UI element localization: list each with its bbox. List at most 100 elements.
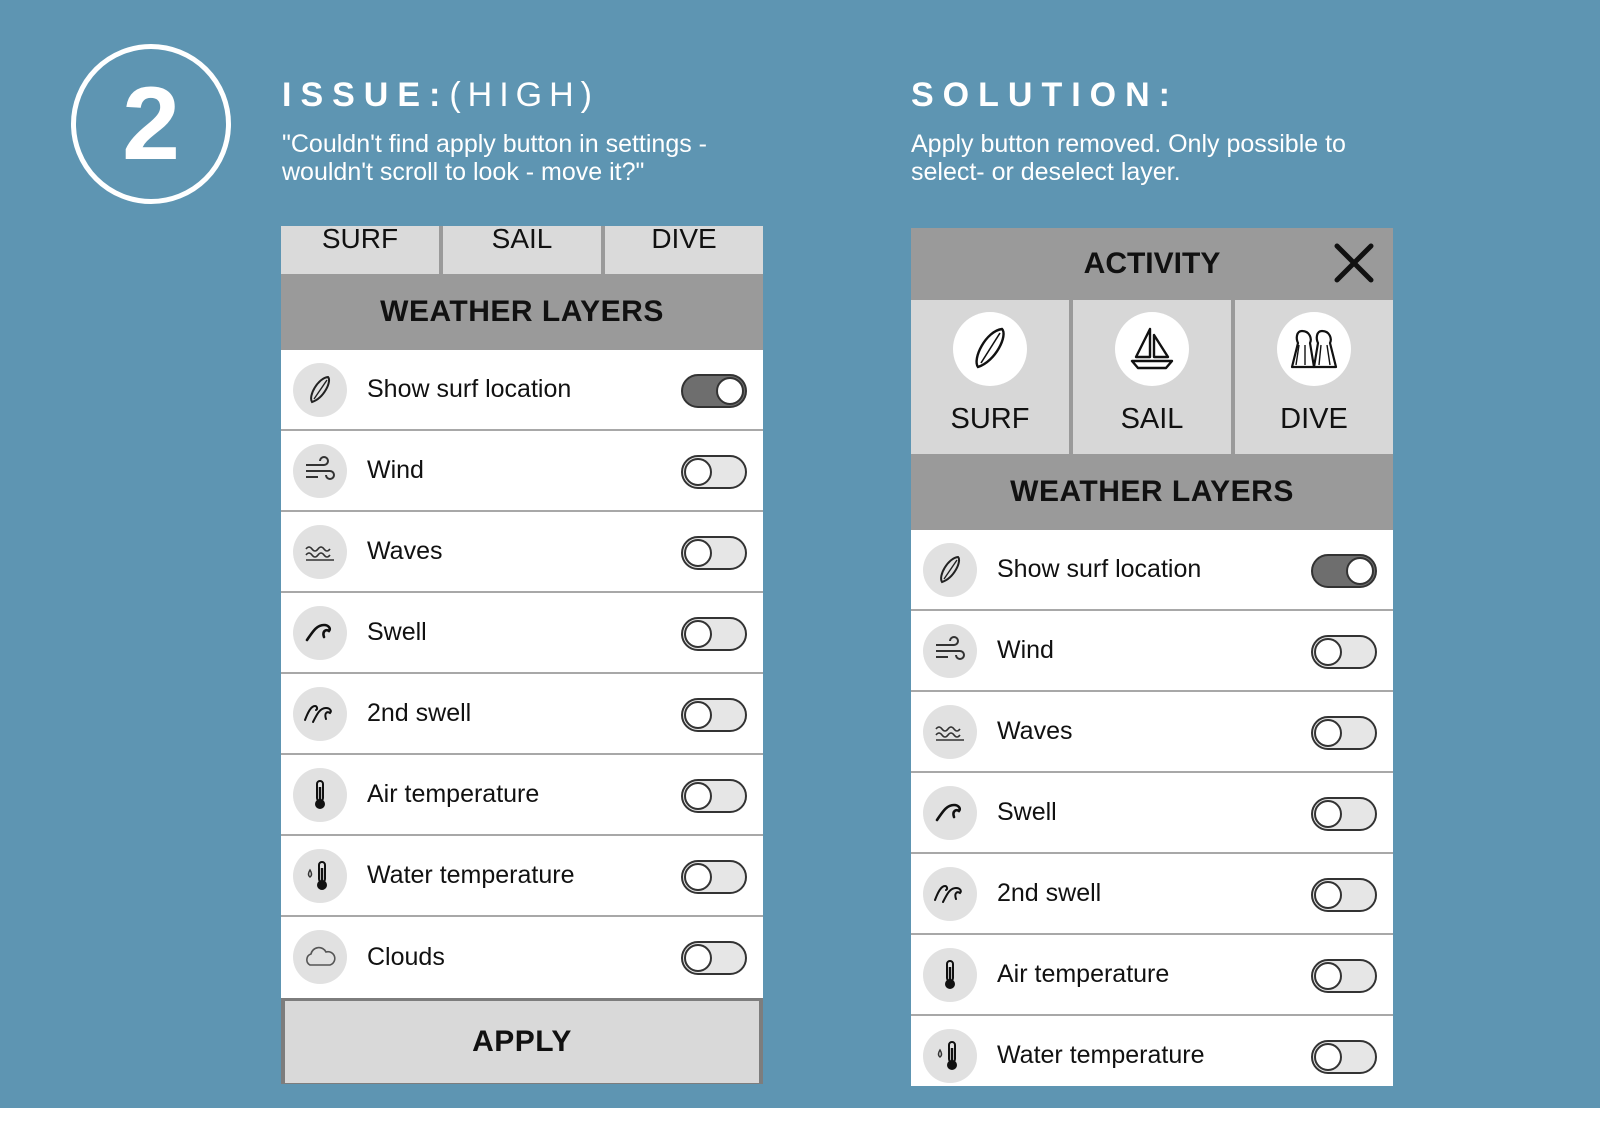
solution-heading: SOLUTION: bbox=[911, 76, 1179, 115]
surfboard-icon bbox=[953, 312, 1027, 386]
waves-icon bbox=[923, 705, 977, 759]
layer-toggle-wind[interactable] bbox=[681, 455, 747, 489]
layer-toggle-swell[interactable] bbox=[681, 617, 747, 651]
toggle-knob bbox=[684, 944, 712, 972]
layer-toggle-2nd-swell[interactable] bbox=[1311, 878, 1377, 912]
cloud-icon bbox=[293, 930, 347, 984]
layer-row-swell: Swell bbox=[281, 593, 763, 674]
tab-sail[interactable]: SAIL bbox=[443, 226, 601, 274]
weather-layers-title: WEATHER LAYERS bbox=[281, 274, 763, 350]
layer-label: 2nd swell bbox=[367, 699, 472, 727]
toggle-knob bbox=[684, 620, 712, 648]
toggle-knob bbox=[1314, 881, 1342, 909]
activity-header: ACTIVITY bbox=[911, 228, 1393, 300]
activity-label: SAIL bbox=[1120, 403, 1184, 435]
layer-toggle-water-temperature[interactable] bbox=[681, 860, 747, 894]
tab-dive[interactable]: DIVE bbox=[605, 226, 763, 274]
layer-row-2nd-swell: 2nd swell bbox=[911, 854, 1393, 935]
issue-quote-line1: "Couldn't find apply button in settings … bbox=[282, 130, 708, 158]
activity-title: ACTIVITY bbox=[1083, 247, 1221, 280]
sailboat-icon bbox=[1115, 312, 1189, 386]
layer-toggle-show-surf-location[interactable] bbox=[681, 374, 747, 408]
toggle-knob bbox=[684, 863, 712, 891]
layer-label: Water temperature bbox=[997, 1041, 1205, 1069]
layer-row-2nd-swell: 2nd swell bbox=[281, 674, 763, 755]
layer-row-water-temperature: Water temperature bbox=[911, 1016, 1393, 1086]
activity-tile-dive[interactable]: DIVE bbox=[1235, 300, 1393, 454]
layer-label: Waves bbox=[997, 717, 1073, 745]
surfboard-icon bbox=[923, 543, 977, 597]
layer-row-water-temperature: Water temperature bbox=[281, 836, 763, 917]
layer-toggle-air-temperature[interactable] bbox=[681, 779, 747, 813]
layer-label: Wind bbox=[367, 456, 424, 484]
water-thermometer-icon bbox=[293, 849, 347, 903]
activity-tile-surf[interactable]: SURF bbox=[911, 300, 1069, 454]
layer-row-clouds: Clouds bbox=[281, 917, 763, 998]
layer-label: 2nd swell bbox=[997, 879, 1102, 907]
step-number: 2 bbox=[122, 66, 180, 182]
issue-heading: ISSUE:(HIGH) bbox=[282, 76, 599, 115]
layer-row-wind: Wind bbox=[281, 431, 763, 512]
layer-row-swell: Swell bbox=[911, 773, 1393, 854]
layer-toggle-waves[interactable] bbox=[1311, 716, 1377, 750]
step-number-badge: 2 bbox=[71, 44, 231, 204]
layer-label: Waves bbox=[367, 537, 443, 565]
activity-tabs: SURF SAIL DIVE bbox=[281, 226, 763, 274]
toggle-knob bbox=[1314, 638, 1342, 666]
toggle-knob bbox=[716, 377, 744, 405]
solution-text-line2: select- or deselect layer. bbox=[911, 158, 1181, 186]
second-swell-icon bbox=[923, 867, 977, 921]
wind-icon bbox=[923, 624, 977, 678]
surfboard-icon bbox=[293, 363, 347, 417]
apply-button[interactable]: APPLY bbox=[285, 1001, 759, 1083]
thermometer-icon bbox=[293, 768, 347, 822]
layer-toggle-waves[interactable] bbox=[681, 536, 747, 570]
layer-row-air-temperature: Air temperature bbox=[281, 755, 763, 836]
second-swell-icon bbox=[293, 687, 347, 741]
layer-toggle-air-temperature[interactable] bbox=[1311, 959, 1377, 993]
issue-quote: "Couldn't find apply button in settings … bbox=[282, 130, 707, 186]
layer-label: Show surf location bbox=[997, 555, 1202, 583]
before-settings-screen: SURF SAIL DIVE WEATHER LAYERS Show surf … bbox=[281, 226, 763, 1084]
layer-toggle-2nd-swell[interactable] bbox=[681, 698, 747, 732]
after-settings-screen: ACTIVITY SURF SAIL DIVE WEATHER LAYERS Sho… bbox=[911, 228, 1393, 1086]
tab-surf[interactable]: SURF bbox=[281, 226, 439, 274]
layer-row-show-surf-location: Show surf location bbox=[281, 350, 763, 431]
layer-toggle-wind[interactable] bbox=[1311, 635, 1377, 669]
toggle-knob bbox=[1314, 719, 1342, 747]
layer-toggle-show-surf-location[interactable] bbox=[1311, 554, 1377, 588]
layer-label: Show surf location bbox=[367, 375, 572, 403]
layer-toggle-clouds[interactable] bbox=[681, 941, 747, 975]
toggle-knob bbox=[684, 458, 712, 486]
layer-row-waves: Waves bbox=[281, 512, 763, 593]
close-icon[interactable] bbox=[1331, 240, 1377, 286]
swell-icon bbox=[923, 786, 977, 840]
weather-layers-title: WEATHER LAYERS bbox=[911, 454, 1393, 530]
layer-label: Clouds bbox=[367, 943, 445, 971]
before-layer-list: Show surf location Wind Waves Swell 2nd swel… bbox=[281, 350, 763, 998]
activity-label: DIVE bbox=[1280, 403, 1348, 435]
solution-title: SOLUTION: bbox=[911, 76, 1179, 114]
waves-icon bbox=[293, 525, 347, 579]
toggle-knob bbox=[684, 701, 712, 729]
toggle-knob bbox=[1314, 1043, 1342, 1071]
toggle-knob bbox=[684, 782, 712, 810]
activity-tiles: SURF SAIL DIVE bbox=[911, 300, 1393, 454]
layer-toggle-water-temperature[interactable] bbox=[1311, 1040, 1377, 1074]
toggle-knob bbox=[684, 539, 712, 567]
activity-tile-sail[interactable]: SAIL bbox=[1073, 300, 1231, 454]
layer-label: Air temperature bbox=[997, 960, 1170, 988]
bottom-strip bbox=[0, 1108, 1600, 1132]
issue-title: ISSUE: bbox=[282, 76, 450, 114]
layer-label: Air temperature bbox=[367, 780, 540, 808]
layer-label: Water temperature bbox=[367, 861, 575, 889]
solution-text-line1: Apply button removed. Only possible to bbox=[911, 130, 1346, 158]
after-layer-list: Show surf location Wind Waves Swell 2nd swel… bbox=[911, 530, 1393, 1086]
thermometer-icon bbox=[923, 948, 977, 1002]
toggle-knob bbox=[1314, 800, 1342, 828]
layer-label: Swell bbox=[997, 798, 1057, 826]
layer-row-show-surf-location: Show surf location bbox=[911, 530, 1393, 611]
flippers-icon bbox=[1277, 312, 1351, 386]
layer-row-air-temperature: Air temperature bbox=[911, 935, 1393, 1016]
layer-toggle-swell[interactable] bbox=[1311, 797, 1377, 831]
